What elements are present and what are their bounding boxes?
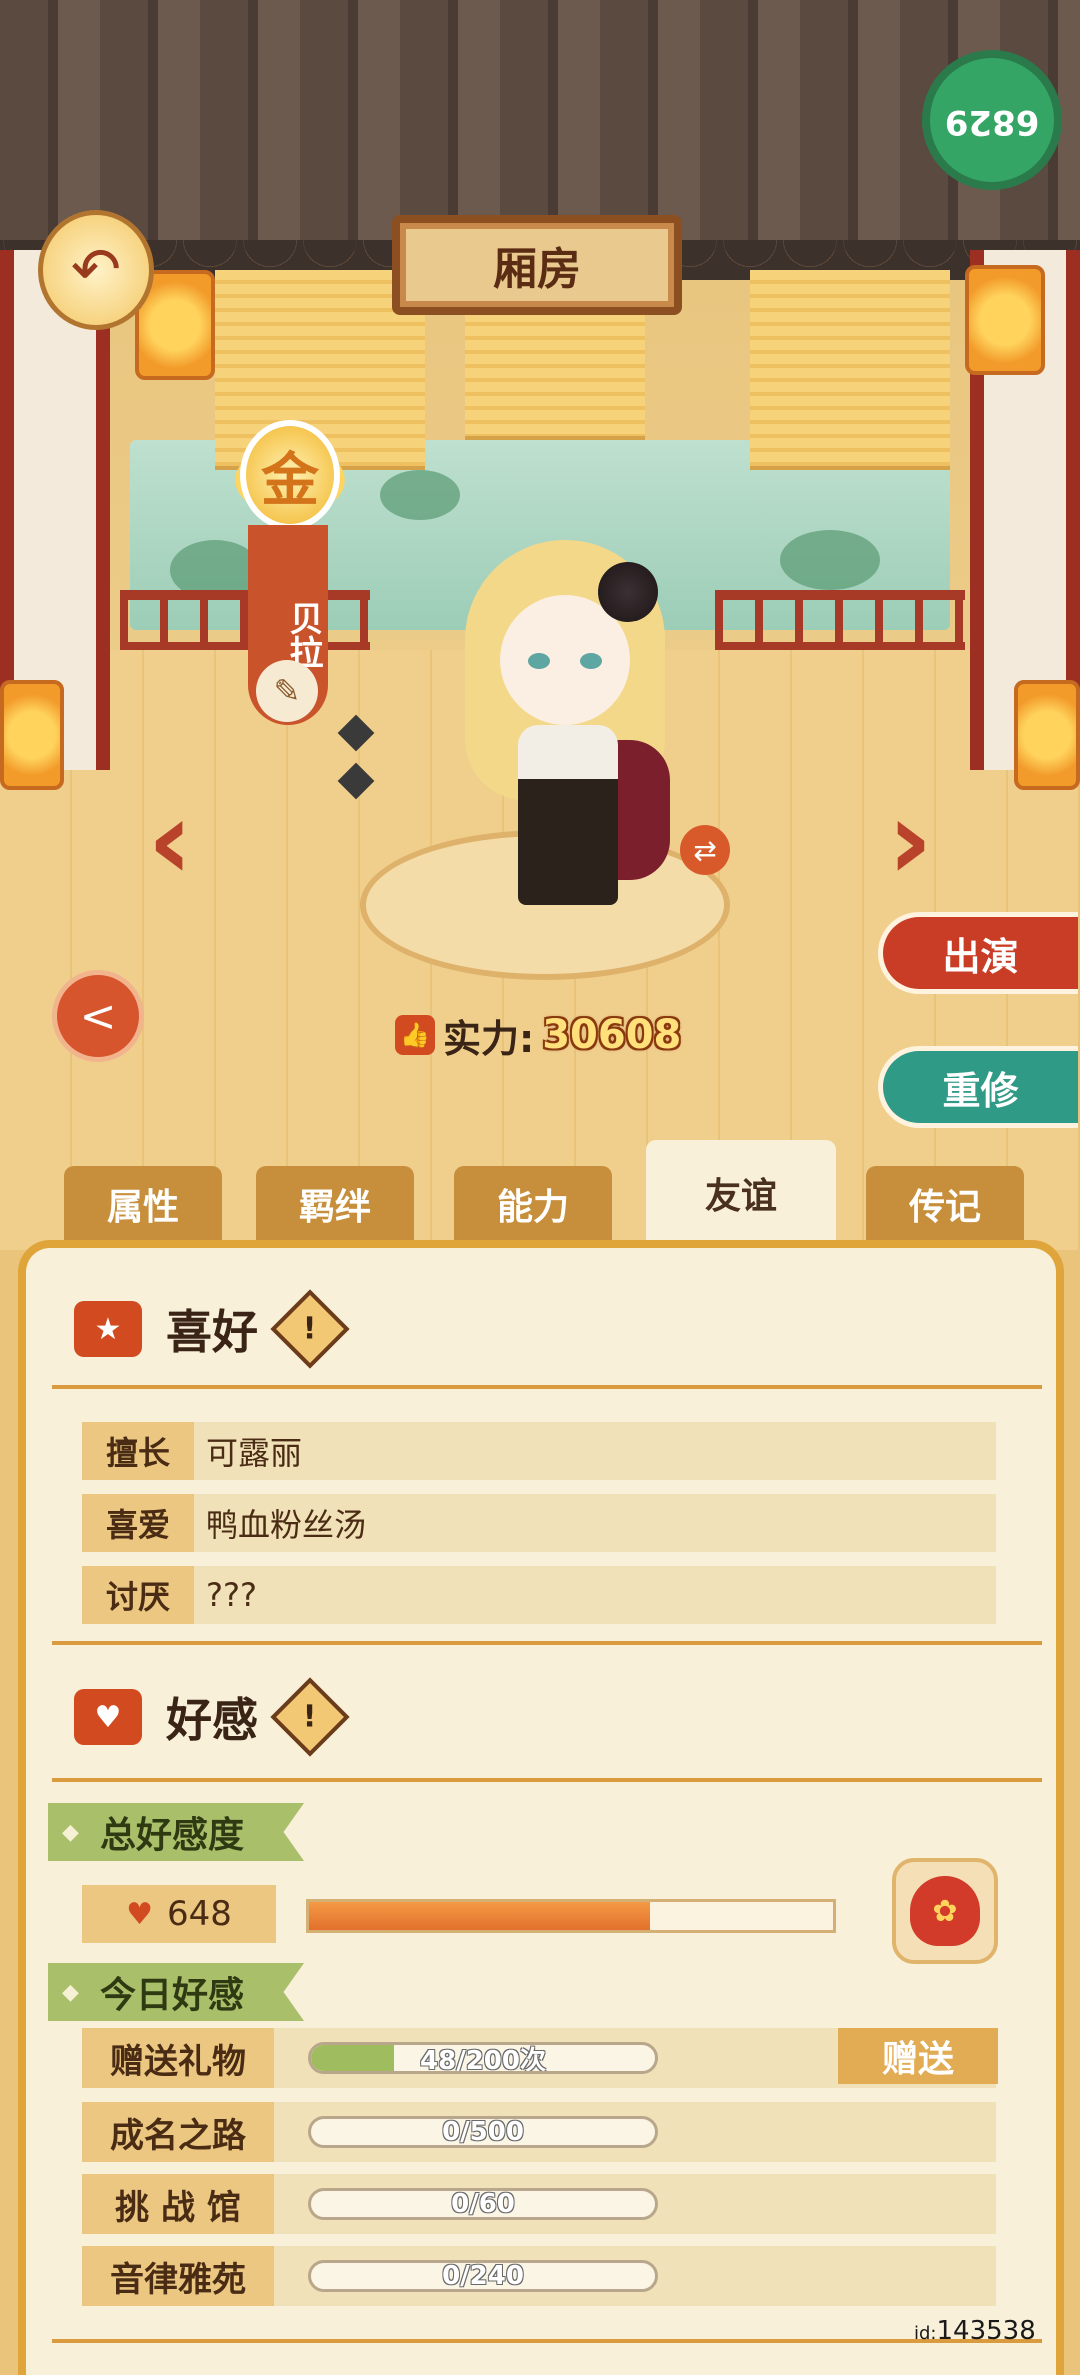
preference-key: 擅长 bbox=[82, 1422, 194, 1480]
exclamation-icon[interactable]: ! bbox=[270, 1677, 350, 1757]
heart-icon: ♥ bbox=[126, 1896, 153, 1932]
preference-row: 喜爱 鸭血粉丝汤 bbox=[82, 1494, 996, 1552]
source-progress-text: 0/60 bbox=[451, 2189, 515, 2219]
currency-value: 6829 bbox=[944, 102, 1040, 142]
currency-badge[interactable]: 6829 bbox=[922, 50, 1062, 190]
bamboo-blind bbox=[750, 270, 950, 470]
total-affection-bar bbox=[306, 1899, 836, 1933]
chevron-right-icon[interactable]: › bbox=[860, 780, 960, 900]
heart-chat-icon: ♥ bbox=[74, 1689, 142, 1745]
eye bbox=[528, 653, 550, 669]
player-id-prefix: id: bbox=[914, 2323, 937, 2344]
railing bbox=[120, 590, 370, 650]
total-affection-label: 总好感度 bbox=[48, 1803, 305, 1861]
power-value: 30608 bbox=[542, 1012, 682, 1058]
gift-bag-button[interactable]: ✿ bbox=[892, 1858, 998, 1964]
affection-source-row: 赠送礼物 48/200次 赠送 bbox=[82, 2028, 998, 2088]
perform-button[interactable]: 出演 bbox=[878, 912, 1078, 994]
source-progress-bar: 0/60 bbox=[308, 2188, 658, 2220]
rose-hairpiece bbox=[598, 562, 658, 622]
gift-button[interactable]: 赠送 bbox=[838, 2028, 998, 2084]
source-progress-bar: 48/200次 bbox=[308, 2042, 658, 2074]
gift-bag-icon: ✿ bbox=[910, 1876, 980, 1946]
tab-bar: 属性 羁绊 能力 友谊 传记 bbox=[64, 1140, 1044, 1246]
chevron-left-icon[interactable]: ‹ bbox=[120, 780, 220, 900]
lantern bbox=[965, 265, 1045, 375]
preference-row: 讨厌 ??? bbox=[82, 1566, 996, 1624]
rank-badge: 金 bbox=[240, 420, 340, 530]
affection-source-row: 成名之路 0/500 bbox=[82, 2102, 996, 2162]
tab-abilities[interactable]: 能力 bbox=[454, 1166, 612, 1242]
total-affection-row: ♥ 648 bbox=[82, 1885, 842, 1943]
source-progress-text: 0/240 bbox=[442, 2261, 524, 2291]
share-button[interactable]: < bbox=[52, 970, 144, 1062]
preference-key: 喜爱 bbox=[82, 1494, 194, 1552]
eye bbox=[580, 653, 602, 669]
affection-title: 好感 bbox=[166, 1693, 258, 1747]
source-label: 挑 战 馆 bbox=[82, 2174, 274, 2234]
lantern bbox=[1014, 680, 1080, 790]
back-button[interactable]: ↶ bbox=[38, 210, 154, 330]
total-affection-value: 648 bbox=[167, 1894, 232, 1934]
lantern bbox=[0, 680, 64, 790]
player-id: id:143538 bbox=[914, 2316, 1036, 2346]
source-progress-bar: 0/240 bbox=[308, 2260, 658, 2292]
player-id-value: 143538 bbox=[936, 2316, 1036, 2346]
affection-source-row: 挑 战 馆 0/60 bbox=[82, 2174, 996, 2234]
preference-value: 可露丽 bbox=[206, 1434, 303, 1472]
power-label: 实力: bbox=[443, 1016, 535, 1061]
preference-value: 鸭血粉丝汤 bbox=[206, 1506, 367, 1544]
preferences-header: ★ 喜好 ! bbox=[74, 1289, 350, 1369]
lily-pad bbox=[380, 470, 460, 520]
source-progress-text: 0/500 bbox=[442, 2117, 524, 2147]
preference-key: 讨厌 bbox=[82, 1566, 194, 1624]
retrain-button[interactable]: 重修 bbox=[878, 1046, 1078, 1128]
tab-friendship[interactable]: 友谊 bbox=[646, 1140, 836, 1246]
swap-icon[interactable]: ⇄ bbox=[680, 825, 730, 875]
today-affection-label: 今日好感 bbox=[48, 1963, 305, 2021]
affection-source-row: 音律雅苑 0/240 bbox=[82, 2246, 996, 2306]
page-title: 厢房 bbox=[392, 215, 682, 315]
share-icon: < bbox=[79, 990, 117, 1042]
source-label: 音律雅苑 bbox=[82, 2246, 274, 2306]
character-body[interactable] bbox=[518, 725, 618, 905]
thumbs-up-icon: 👍 bbox=[395, 1015, 435, 1055]
railing bbox=[715, 590, 965, 650]
source-progress-bar: 0/500 bbox=[308, 2116, 658, 2148]
exclamation-icon[interactable]: ! bbox=[270, 1289, 350, 1369]
back-arrow-icon: ↶ bbox=[70, 235, 122, 305]
source-label: 成名之路 bbox=[82, 2102, 274, 2162]
preferences-title: 喜好 bbox=[166, 1305, 258, 1359]
tab-biography[interactable]: 传记 bbox=[866, 1166, 1024, 1242]
total-affection-fill bbox=[309, 1902, 650, 1930]
source-label: 赠送礼物 bbox=[82, 2028, 274, 2088]
power-display: 👍 实力: 30608 bbox=[395, 1005, 681, 1065]
star-icon: ★ bbox=[74, 1301, 142, 1357]
lily-pad bbox=[780, 530, 880, 590]
preference-value: ??? bbox=[206, 1576, 257, 1614]
preference-row: 擅长 可露丽 bbox=[82, 1422, 996, 1480]
total-affection-value-box: ♥ 648 bbox=[82, 1885, 276, 1943]
affection-header: ♥ 好感 ! bbox=[74, 1677, 350, 1757]
tab-bonds[interactable]: 羁绊 bbox=[256, 1166, 414, 1242]
brush-icon[interactable]: ✎ bbox=[256, 660, 318, 722]
source-progress-text: 48/200次 bbox=[420, 2045, 546, 2074]
tab-attributes[interactable]: 属性 bbox=[64, 1166, 222, 1242]
